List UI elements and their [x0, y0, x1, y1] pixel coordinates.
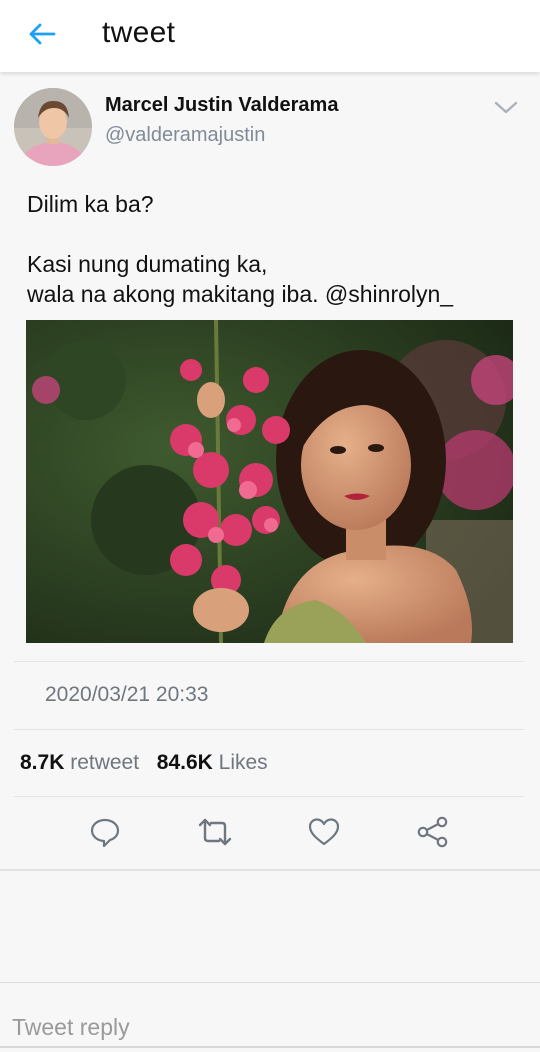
tweet-text-line: Kasi nung dumating ka, — [27, 251, 268, 277]
retweet-count[interactable]: 8.7K — [20, 751, 64, 774]
share-icon — [417, 816, 448, 848]
back-button[interactable] — [20, 14, 64, 54]
divider — [14, 661, 524, 662]
tweet-menu-button[interactable] — [492, 96, 520, 120]
tweet-timestamp: 2020/03/21 20:33 — [45, 683, 209, 706]
tweet-photo[interactable] — [26, 320, 513, 643]
tweet-stats: 8.7K retweet 84.6K Likes — [20, 751, 268, 775]
heart-icon — [308, 818, 340, 846]
author-name[interactable]: Marcel Justin Valderama — [105, 94, 338, 117]
retweet-icon — [198, 818, 232, 846]
top-bar: tweet — [0, 0, 540, 72]
chevron-down-icon — [494, 101, 518, 114]
comment-icon — [90, 818, 120, 848]
divider — [14, 796, 524, 797]
divider — [14, 729, 524, 730]
author-handle[interactable]: @valderamajustin — [105, 124, 265, 147]
tweet-text-line: Dilim ka ba? — [27, 191, 154, 217]
tweet-reply-input[interactable] — [0, 1008, 540, 1048]
share-button[interactable] — [415, 814, 451, 850]
avatar[interactable] — [14, 88, 92, 166]
reply-button[interactable] — [87, 814, 123, 850]
retweet-button[interactable] — [197, 814, 233, 850]
reply-bar-divider — [0, 982, 540, 983]
likes-count[interactable]: 84.6K — [157, 751, 213, 774]
like-button[interactable] — [306, 814, 342, 850]
photo-illustration — [26, 320, 513, 643]
page-title: tweet — [102, 16, 176, 49]
section-divider — [0, 869, 540, 871]
avatar-image — [14, 88, 92, 166]
retweet-label[interactable]: retweet — [70, 751, 139, 774]
arrow-left-icon — [29, 23, 56, 45]
tweet-text-line: wala na akong makitang iba. @shinrolyn_ — [27, 281, 454, 307]
likes-label[interactable]: Likes — [219, 751, 268, 774]
